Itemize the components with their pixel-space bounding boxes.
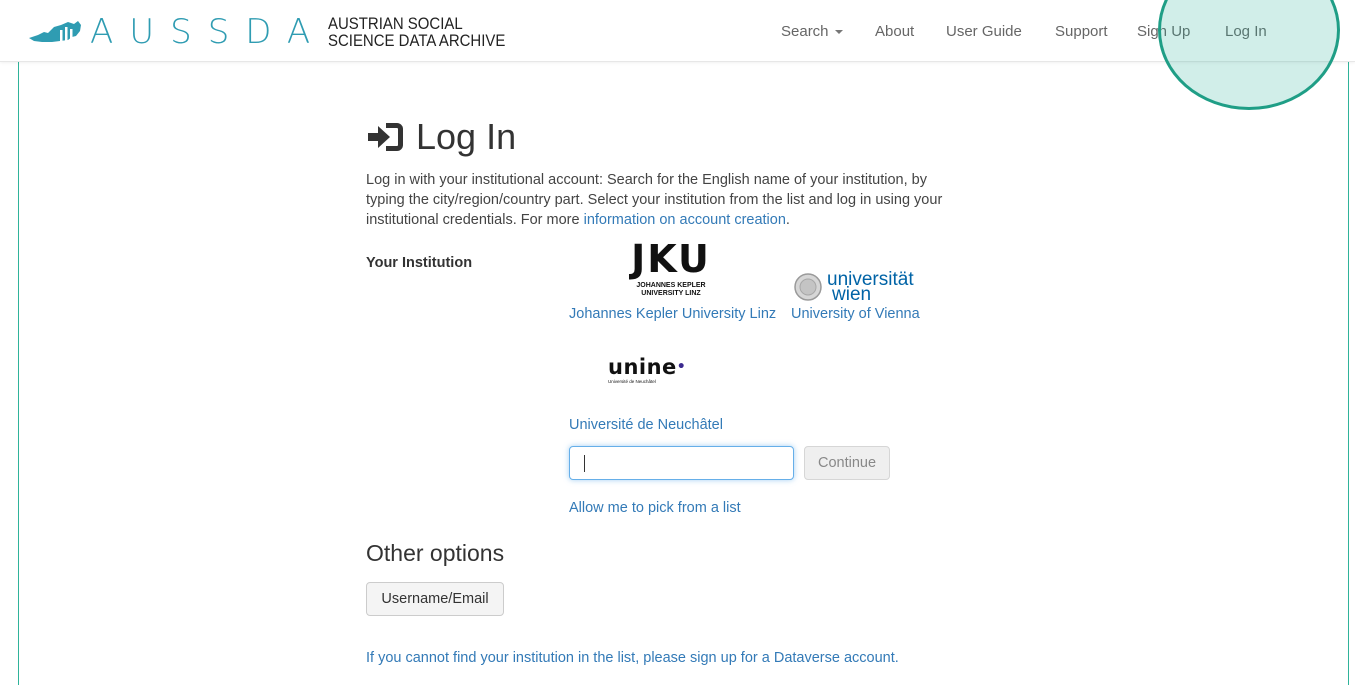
idp-jku-name[interactable]: Johannes Kepler University Linz	[569, 306, 776, 322]
nav-search-dropdown[interactable]: Search	[781, 23, 843, 40]
unine-dot-icon: •	[676, 359, 687, 375]
nav-support[interactable]: Support	[1055, 23, 1108, 40]
jku-logo-sub2: UNIVERSITY LINZ	[641, 290, 701, 297]
nav-sign-up[interactable]: Sign Up	[1137, 23, 1190, 40]
nav-search-label: Search	[781, 23, 829, 40]
unine-logo: unine• Université de Neuchâtel	[608, 355, 718, 395]
vienna-seal-icon	[794, 273, 822, 301]
log-in-icon	[368, 123, 403, 151]
brand-letters: AUSSDA	[90, 12, 327, 52]
username-email-button[interactable]: Username/Email	[366, 582, 504, 616]
continue-button[interactable]: Continue	[804, 446, 890, 480]
account-creation-link[interactable]: information on account creation	[584, 212, 786, 228]
brand-subtitle-line1: AUSTRIAN SOCIAL	[328, 14, 463, 33]
other-options-heading: Other options	[366, 540, 505, 566]
jku-logo-letters: JKU	[631, 237, 711, 281]
brand-subtitle-line2: SCIENCE DATA ARCHIVE	[328, 31, 506, 50]
pick-from-list-link[interactable]: Allow me to pick from a list	[569, 500, 741, 516]
idp-neuchatel-name[interactable]: Université de Neuchâtel	[569, 417, 723, 433]
brand-subtitle: AUSTRIAN SOCIAL SCIENCE DATA ARCHIVE	[328, 15, 505, 49]
unine-logo-text: unine	[608, 355, 677, 379]
idp-vienna-name[interactable]: University of Vienna	[791, 306, 920, 322]
intro-paragraph: Log in with your institutional account: …	[366, 170, 946, 230]
jku-logo: JKU JOHANNES KEPLER UNIVERSITY LINZ	[611, 240, 731, 304]
nav-user-guide[interactable]: User Guide	[946, 23, 1022, 40]
vienna-logo: universität wien	[793, 270, 923, 304]
page-title: Log In	[366, 116, 516, 158]
caret-down-icon	[834, 30, 843, 35]
nav-about[interactable]: About	[875, 23, 914, 40]
institution-search-input[interactable]	[569, 446, 794, 480]
dataverse-signup-link[interactable]: If you cannot find your institution in t…	[366, 650, 899, 666]
page-frame	[18, 0, 1349, 685]
institution-label: Your Institution	[366, 255, 473, 271]
brand-logo[interactable]: AUSSDA AUSTRIAN SOCIAL SCIENCE DATA ARCH…	[28, 10, 530, 54]
page-title-text: Log In	[416, 116, 517, 157]
jku-logo-sub1: JOHANNES KEPLER	[636, 282, 706, 289]
intro-end: .	[785, 212, 790, 228]
unine-logo-sub: Université de Neuchâtel	[608, 379, 656, 384]
nav-log-in[interactable]: Log In	[1225, 23, 1267, 40]
navbar: AUSSDA AUSTRIAN SOCIAL SCIENCE DATA ARCH…	[0, 0, 1355, 110]
austria-map-icon	[29, 21, 81, 42]
